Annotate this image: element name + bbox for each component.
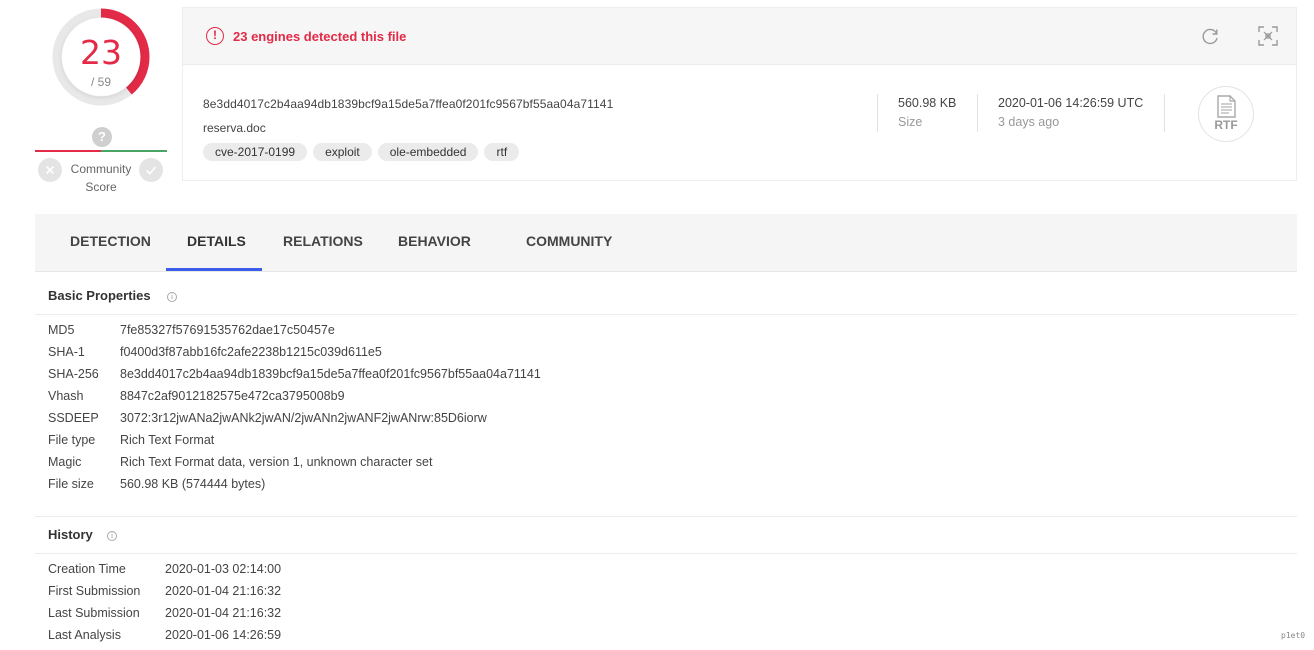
tag-exploit[interactable]: exploit (313, 143, 372, 161)
analysis-date-relative: 3 days ago (998, 115, 1060, 129)
watermark: p1et0 (1281, 631, 1306, 640)
tab-bar: DETECTION DETAILS RELATIONS BEHAVIOR COM… (35, 214, 1297, 272)
detection-count: 23 (80, 33, 122, 72)
property-label: Magic (48, 455, 82, 469)
history-value: 2020-01-06 14:26:59 (165, 628, 282, 642)
community-score-bar (35, 150, 167, 152)
tag-ole-embedded[interactable]: ole-embedded (377, 143, 479, 161)
property-value[interactable]: 3072:3r12jwANa2jwANk2jwAN/2jwANn2jwANF2j… (120, 411, 487, 425)
property-value[interactable]: 7fe85327f57691535762dae17c50457e (120, 323, 335, 337)
active-tab-indicator (166, 268, 262, 271)
property-value: Rich Text Format (120, 433, 215, 447)
reanalyze-button[interactable] (1199, 25, 1221, 47)
property-label: MD5 (48, 323, 75, 337)
check-icon (145, 166, 157, 175)
history-label: Last Analysis (48, 628, 121, 642)
history-label: Creation Time (48, 562, 126, 576)
vote-harmless-button[interactable] (139, 158, 163, 182)
section-divider (35, 553, 1297, 554)
reload-icon (1202, 28, 1218, 45)
tag-cve[interactable]: cve-2017-0199 (203, 143, 308, 161)
analysis-date-value: 2020-01-06 14:26:59 UTC (998, 96, 1144, 110)
community-score: ? Community Score (35, 127, 167, 194)
property-label: Vhash (48, 389, 84, 403)
file-summary-card: ! 23 engines detected this file 8e3dd401… (182, 7, 1297, 181)
file-size-value: 560.98 KB (898, 96, 957, 110)
similar-files-button[interactable] (1257, 25, 1279, 47)
close-icon (45, 165, 55, 175)
community-score-label: Community Score (70, 162, 132, 194)
property-value: Rich Text Format data, version 1, unknow… (120, 455, 433, 469)
basic-properties-title: Basic Properties (48, 288, 151, 303)
history-value: 2020-01-04 21:16:32 (165, 606, 282, 620)
file-sha256[interactable]: 8e3dd4017c2b4aa94db1839bcf9a15de5a7ffea0… (203, 97, 613, 111)
section-divider (35, 516, 1297, 517)
tab-community[interactable]: COMMUNITY (526, 233, 612, 249)
section-divider (35, 314, 1297, 315)
history-value: 2020-01-04 21:16:32 (165, 584, 282, 598)
property-label: File size (48, 477, 94, 491)
history-title: History (48, 527, 93, 542)
property-value[interactable]: f0400d3f87abb16fc2afe2238b1215c039d611e5 (120, 345, 382, 359)
file-size-label: Size (898, 115, 923, 129)
file-type-badge: RTF (1214, 118, 1238, 132)
alert-circle-icon: ! (206, 27, 224, 45)
history-label: First Submission (48, 584, 141, 598)
divider (877, 94, 878, 132)
tab-relations[interactable]: RELATIONS (283, 233, 363, 249)
tag-rtf[interactable]: rtf (484, 143, 520, 161)
detection-banner: ! 23 engines detected this file (183, 8, 1296, 65)
property-label: SHA-256 (48, 367, 99, 381)
history-label: Last Submission (48, 606, 140, 620)
divider (1164, 94, 1165, 132)
property-value[interactable]: 8847c2af9012182575e472ca3795008b9 (120, 389, 345, 403)
tag-list: cve-2017-0199 exploit ole-embedded rtf (203, 143, 525, 161)
engine-total: / 59 (90, 75, 111, 89)
tab-details[interactable]: DETAILS (187, 233, 246, 249)
rtf-file-icon: RTF (1198, 86, 1254, 142)
property-value: 560.98 KB (574444 bytes) (120, 477, 266, 491)
history-value: 2020-01-03 02:14:00 (165, 562, 282, 576)
info-icon[interactable]: i (107, 531, 117, 541)
question-icon: ? (92, 127, 112, 147)
tab-detection[interactable]: DETECTION (70, 233, 151, 249)
info-icon[interactable]: i (167, 292, 177, 302)
property-value[interactable]: 8e3dd4017c2b4aa94db1839bcf9a15de5a7ffea0… (120, 367, 541, 381)
detection-alert-text: 23 engines detected this file (233, 29, 407, 44)
property-label: SHA-1 (48, 345, 85, 359)
detection-score-gauge: 23 / 59 (50, 6, 154, 110)
file-name: reserva.doc (203, 121, 266, 135)
divider (977, 94, 978, 132)
document-icon (1217, 95, 1236, 118)
property-label: SSDEEP (48, 411, 99, 425)
property-label: File type (48, 433, 96, 447)
tab-behavior[interactable]: BEHAVIOR (398, 233, 471, 249)
vote-malicious-button[interactable] (38, 158, 62, 182)
expand-icon (1258, 26, 1278, 46)
